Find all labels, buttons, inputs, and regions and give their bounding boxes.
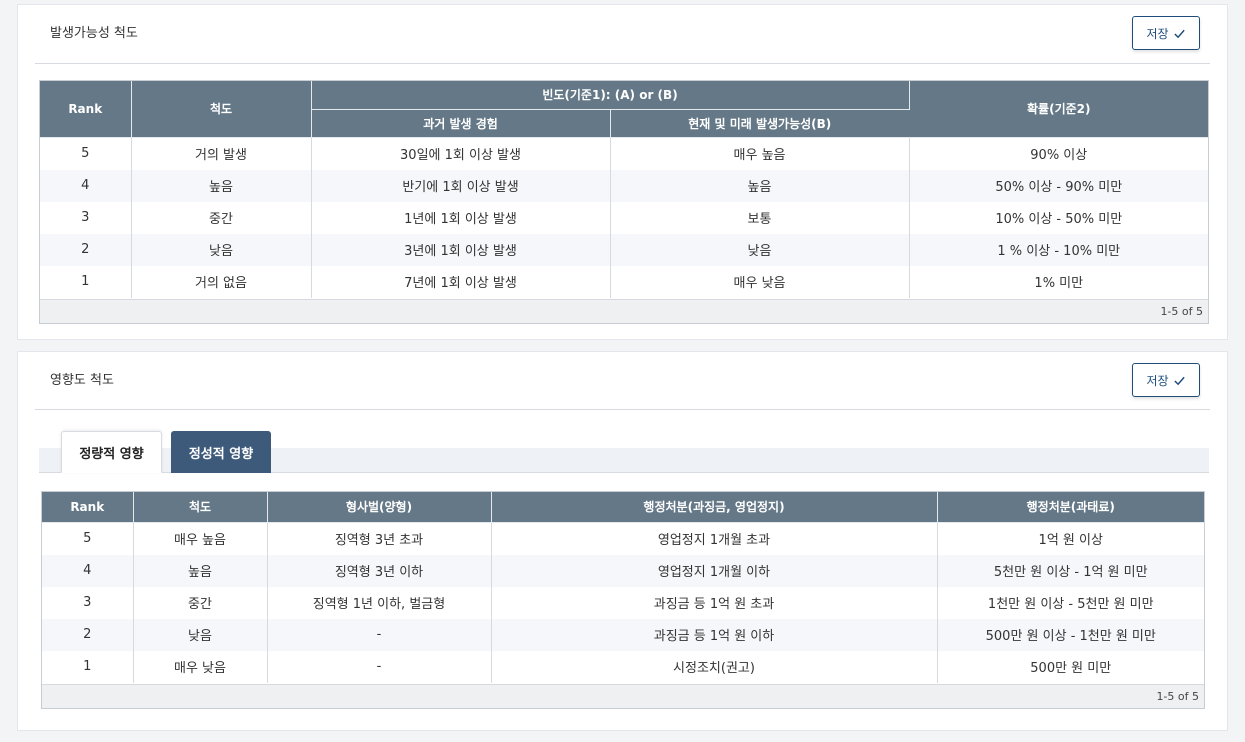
cell-probability: 1% 미만 [909,265,1209,298]
cell-probability: 90% 이상 [909,137,1209,170]
cell-admin-penalty: 5천만 원 이상 - 1억 원 미만 [937,554,1204,587]
table-row[interactable]: 1 매우 낮음 - 시정조치(권고) 500만 원 미만 [42,650,1204,683]
cell-past: 3년에 1회 이상 발생 [311,233,611,266]
cell-rank: 2 [42,618,134,651]
impact-grid: Rank 척도 형사벌(양형) 행정처분(과징금, 영업정지) 행정처분(과태료… [41,491,1205,709]
column-header-rank[interactable]: Rank [42,492,134,523]
cell-scale: 거의 발생 [131,137,312,170]
cell-admin-fine: 과징금 등 1억 원 이하 [491,618,938,651]
column-header-admin-fine[interactable]: 행정처분(과징금, 영업정지) [491,492,938,523]
cell-admin-penalty: 1억 원 이상 [937,522,1204,555]
cell-admin-fine: 과징금 등 1억 원 초과 [491,586,938,619]
table-row[interactable]: 5 매우 높음 징역형 3년 초과 영업정지 1개월 초과 1억 원 이상 [42,522,1204,555]
column-header-admin-penalty[interactable]: 행정처분(과태료) [937,492,1204,523]
cell-admin-penalty: 500만 원 미만 [937,650,1204,683]
column-header-scale[interactable]: 척도 [133,492,268,523]
cell-future: 매우 낮음 [610,265,910,298]
cell-scale: 매우 낮음 [133,650,268,683]
likelihood-table: Rank 척도 빈도(기준1): (A) or (B) 확률(기준2) 과거 발… [40,81,1209,298]
table-row[interactable]: 4 높음 반기에 1회 이상 발생 높음 50% 이상 - 90% 미만 [40,169,1209,202]
table-row[interactable]: 4 높음 징역형 3년 이하 영업정지 1개월 이하 5천만 원 이상 - 1억… [42,554,1204,587]
check-icon [1173,376,1185,385]
tab-quantitative-impact[interactable]: 정량적 영향 [61,431,162,473]
cell-admin-penalty: 1천만 원 이상 - 5천만 원 미만 [937,586,1204,619]
table-row[interactable]: 2 낮음 3년에 1회 이상 발생 낮음 1 % 이상 - 10% 미만 [40,233,1209,266]
cell-admin-penalty: 500만 원 이상 - 1천만 원 미만 [937,618,1204,651]
check-icon [1173,29,1185,38]
pagination-count: 1-5 of 5 [1156,690,1199,703]
table-row[interactable]: 5 거의 발생 30일에 1회 이상 발생 매우 높음 90% 이상 [40,137,1209,170]
divider [35,409,1210,410]
column-header-past-experience[interactable]: 과거 발생 경험 [311,109,611,138]
column-header-rank[interactable]: Rank [40,81,132,138]
cell-future: 높음 [610,169,910,202]
cell-scale: 낮음 [131,233,312,266]
cell-future: 낮음 [610,233,910,266]
column-header-scale[interactable]: 척도 [131,81,312,138]
cell-past: 7년에 1회 이상 발생 [311,265,611,298]
column-header-criminal-penalty[interactable]: 형사벌(양형) [267,492,492,523]
divider [35,63,1210,64]
cell-criminal: 징역형 1년 이하, 벌금형 [267,586,492,619]
cell-probability: 50% 이상 - 90% 미만 [909,169,1209,202]
cell-past: 30일에 1회 이상 발생 [311,137,611,170]
cell-scale: 낮음 [133,618,268,651]
save-button-label: 저장 [1146,26,1169,41]
cell-rank: 5 [42,522,134,555]
impact-save-button[interactable]: 저장 [1132,363,1200,397]
pagination-footer: 1-5 of 5 [40,299,1208,323]
cell-rank: 2 [40,233,132,266]
cell-criminal: - [267,650,492,683]
column-header-future-likelihood[interactable]: 현재 및 미래 발생가능성(B) [610,109,910,138]
cell-future: 보통 [610,201,910,234]
cell-rank: 3 [42,586,134,619]
cell-rank: 3 [40,201,132,234]
table-row[interactable]: 3 중간 징역형 1년 이하, 벌금형 과징금 등 1억 원 초과 1천만 원 … [42,586,1204,619]
cell-rank: 5 [40,137,132,170]
column-header-frequency-group: 빈도(기준1): (A) or (B) [311,81,910,110]
cell-probability: 10% 이상 - 50% 미만 [909,201,1209,234]
likelihood-scale-title: 발생가능성 척도 [50,26,138,41]
cell-criminal: 징역형 3년 이하 [267,554,492,587]
cell-scale: 중간 [133,586,268,619]
cell-criminal: - [267,618,492,651]
impact-table: Rank 척도 형사벌(양형) 행정처분(과징금, 영업정지) 행정처분(과태료… [42,492,1204,683]
cell-rank: 1 [42,650,134,683]
likelihood-save-button[interactable]: 저장 [1132,16,1200,50]
impact-scale-title: 영향도 척도 [50,373,114,388]
cell-rank: 1 [40,265,132,298]
column-header-probability[interactable]: 확률(기준2) [909,81,1209,138]
cell-past: 1년에 1회 이상 발생 [311,201,611,234]
cell-scale: 거의 없음 [131,265,312,298]
cell-admin-fine: 시정조치(권고) [491,650,938,683]
cell-admin-fine: 영업정지 1개월 이하 [491,554,938,587]
cell-future: 매우 높음 [610,137,910,170]
cell-rank: 4 [40,169,132,202]
cell-past: 반기에 1회 이상 발생 [311,169,611,202]
likelihood-grid: Rank 척도 빈도(기준1): (A) or (B) 확률(기준2) 과거 발… [39,80,1209,324]
tab-qualitative-impact[interactable]: 정성적 영향 [171,431,271,473]
pagination-count: 1-5 of 5 [1160,305,1203,318]
cell-criminal: 징역형 3년 초과 [267,522,492,555]
likelihood-scale-card: 발생가능성 척도 저장 Rank 척도 빈도(기준1): (A) or (B) … [17,4,1228,340]
table-row[interactable]: 1 거의 없음 7년에 1회 이상 발생 매우 낮음 1% 미만 [40,265,1209,298]
save-button-label: 저장 [1146,373,1169,388]
cell-admin-fine: 영업정지 1개월 초과 [491,522,938,555]
pagination-footer: 1-5 of 5 [42,684,1204,708]
cell-scale: 중간 [131,201,312,234]
cell-probability: 1 % 이상 - 10% 미만 [909,233,1209,266]
cell-scale: 높음 [131,169,312,202]
impact-scale-card: 영향도 척도 저장 정량적 영향 정성적 영향 Rank 척도 형사벌(양형) … [17,351,1228,731]
table-row[interactable]: 2 낮음 - 과징금 등 1억 원 이하 500만 원 이상 - 1천만 원 미… [42,618,1204,651]
table-row[interactable]: 3 중간 1년에 1회 이상 발생 보통 10% 이상 - 50% 미만 [40,201,1209,234]
cell-scale: 높음 [133,554,268,587]
cell-scale: 매우 높음 [133,522,268,555]
cell-rank: 4 [42,554,134,587]
